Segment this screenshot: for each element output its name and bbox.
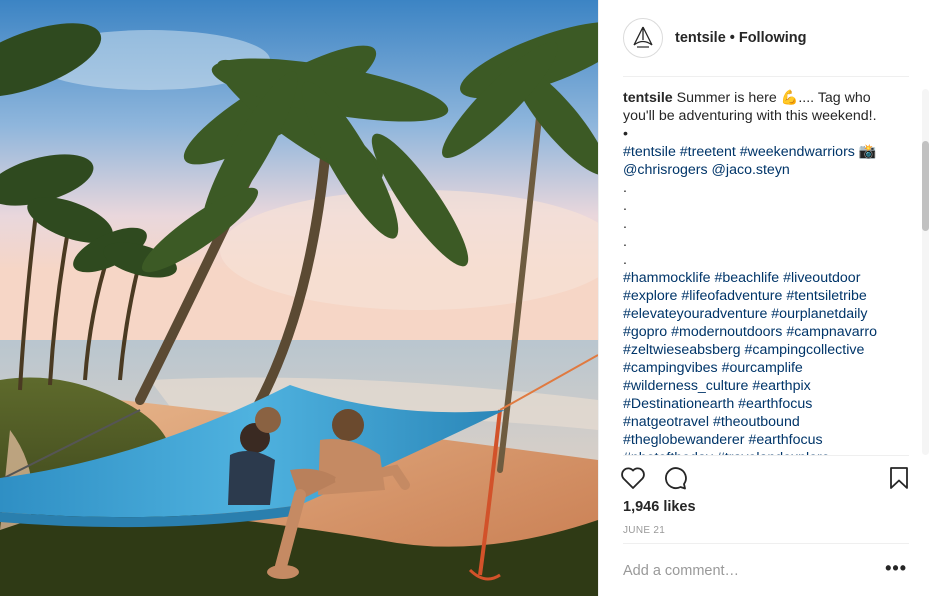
hashtag-link[interactable]: #elevateyouradventure	[623, 306, 767, 322]
hashtag-link[interactable]: #beachlife	[714, 270, 779, 286]
hashtag-link[interactable]: #lifeofadventure	[681, 288, 782, 304]
header-username[interactable]: tentsile	[675, 30, 726, 46]
caption-dot: .	[623, 252, 627, 268]
hashtag-link[interactable]: #tentsiletribe	[786, 288, 866, 304]
caption-dot: .	[623, 234, 627, 250]
caption-text-line2: you'll be adventuring with this weekend!…	[623, 108, 877, 124]
hashtag-link[interactable]: #natgeotravel	[623, 414, 709, 430]
comment-bar: •••	[623, 543, 909, 597]
mention-link[interactable]: @chrisrogers	[623, 162, 708, 178]
caption-dot: .	[623, 216, 627, 232]
comment-input[interactable]	[623, 560, 873, 582]
hashtag-link[interactable]: #tentsile	[623, 144, 676, 160]
post-photo[interactable]	[0, 0, 598, 596]
instagram-post: tentsile • Following tentsile Summer is he…	[0, 0, 933, 596]
header-separator: •	[729, 30, 735, 46]
bookmark-icon[interactable]	[883, 462, 915, 494]
scrollbar-thumb[interactable]	[922, 141, 929, 231]
caption-scrollbar[interactable]	[922, 89, 929, 455]
caption-dot: .	[623, 180, 627, 196]
hashtag-link[interactable]: #modernoutdoors	[671, 324, 782, 340]
tentsile-logo-icon[interactable]	[623, 18, 663, 58]
caption-dot: .	[623, 198, 627, 214]
hashtag-link[interactable]: #theoutbound	[713, 414, 800, 430]
hashtag-link[interactable]: #ourcamplife	[722, 360, 803, 376]
hashtag-link[interactable]: #wilderness_culture	[623, 378, 748, 394]
post-actions	[621, 455, 909, 504]
hashtag-link[interactable]: #earthfocus	[748, 432, 822, 448]
hashtag-line: #explore #lifeofadventure #tentsiletribe	[623, 287, 913, 305]
comment-icon[interactable]	[659, 462, 691, 494]
hashtag-link[interactable]: #treetent	[680, 144, 736, 160]
caption-bullet: •	[623, 126, 628, 142]
hashtag-link[interactable]: #zeltwieseabsberg	[623, 342, 741, 358]
hashtag-line: #gopro #modernoutdoors #campnavarro	[623, 323, 913, 341]
hashtag-line: #natgeotravel #theoutbound	[623, 413, 913, 431]
post-header: tentsile • Following	[623, 16, 909, 60]
hashtag-line: #campingvibes #ourcamplife	[623, 359, 913, 377]
more-options-button[interactable]: •••	[885, 558, 907, 579]
hashtag-line: #theglobewanderer #earthfocus	[623, 431, 913, 449]
hashtag-link[interactable]: #hammocklife	[623, 270, 711, 286]
header-divider	[623, 76, 909, 77]
caption: tentsile Summer is here 💪.... Tag who yo…	[623, 89, 913, 455]
hashtag-line: #hammocklife #beachlife #liveoutdoor	[623, 269, 913, 287]
hashtag-link[interactable]: #theglobewanderer	[623, 432, 744, 448]
hashtag-line: #wilderness_culture #earthpix	[623, 377, 913, 395]
post-details-panel: tentsile • Following tentsile Summer is he…	[598, 0, 933, 596]
heart-icon[interactable]	[617, 462, 649, 494]
hashtag-line: #elevateyouradventure #ourplanetdaily	[623, 305, 913, 323]
hashtag-link[interactable]: #earthfocus	[738, 396, 812, 412]
likes-count[interactable]: 1,946 likes	[623, 499, 696, 515]
hashtag-link[interactable]: #liveoutdoor	[783, 270, 860, 286]
hashtag-link[interactable]: #Destinationearth	[623, 396, 734, 412]
hashtag-link[interactable]: #explore	[623, 288, 677, 304]
camera-emoji: 📸	[858, 144, 877, 160]
beach-hammock-image	[0, 0, 598, 596]
header-text: tentsile • Following	[675, 30, 807, 46]
hashtag-link[interactable]: #weekendwarriors	[740, 144, 855, 160]
hashtag-block: #hammocklife #beachlife #liveoutdoor #exp…	[623, 269, 913, 455]
hashtag-link[interactable]: #campingcollective	[744, 342, 864, 358]
hashtag-link[interactable]: #campnavarro	[786, 324, 877, 340]
hashtag-link[interactable]: #gopro	[623, 324, 667, 340]
caption-username[interactable]: tentsile	[623, 90, 673, 106]
post-date[interactable]: JUNE 21	[623, 525, 665, 536]
hashtag-line: #zeltwieseabsberg #campingcollective	[623, 341, 913, 359]
hashtag-line: #Destinationearth #earthfocus	[623, 395, 913, 413]
hashtag-link[interactable]: #campingvibes	[623, 360, 718, 376]
hashtag-link[interactable]: #earthpix	[752, 378, 810, 394]
mention-link[interactable]: @jaco.steyn	[712, 162, 790, 178]
hashtag-link[interactable]: #ourplanetdaily	[771, 306, 867, 322]
follow-status-button[interactable]: Following	[739, 30, 807, 46]
caption-text-line1: Summer is here 💪.... Tag who	[676, 90, 871, 106]
